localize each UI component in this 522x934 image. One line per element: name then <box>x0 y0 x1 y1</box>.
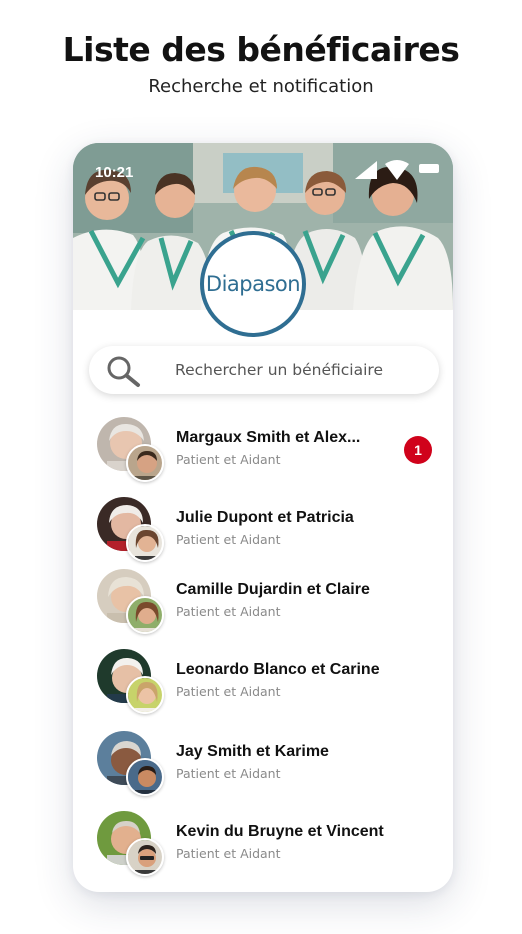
beneficiary-name: Kevin du Bruyne et Vincent <box>176 823 384 840</box>
list-item[interactable]: Jay Smith et Karime Patient et Aidant <box>73 725 453 797</box>
beneficiary-name: Julie Dupont et Patricia <box>176 509 354 526</box>
status-time: 10:21 <box>95 164 134 181</box>
list-item[interactable]: Leonardo Blanco et Carine Patient et Aid… <box>73 643 453 715</box>
page-title: Liste des bénéficaires <box>62 30 460 69</box>
caregiver-avatar <box>126 596 164 634</box>
beneficiary-name: Margaux Smith et Alex... <box>176 429 361 446</box>
beneficiary-role: Patient et Aidant <box>176 766 281 781</box>
signal-icon <box>355 161 377 179</box>
beneficiary-role: Patient et Aidant <box>176 532 281 547</box>
beneficiary-role: Patient et Aidant <box>176 684 281 699</box>
page-subtitle: Recherche et notification <box>148 76 374 97</box>
beneficiary-name: Jay Smith et Karime <box>176 743 329 760</box>
caregiver-avatar <box>126 758 164 796</box>
diapason-logo: Diapason <box>200 231 306 337</box>
caregiver-avatar <box>126 676 164 714</box>
beneficiary-role: Patient et Aidant <box>176 452 281 467</box>
beneficiary-name: Leonardo Blanco et Carine <box>176 661 380 678</box>
caregiver-avatar <box>126 524 164 562</box>
notification-badge[interactable]: 1 <box>404 436 432 464</box>
list-item[interactable]: Julie Dupont et Patricia Patient et Aida… <box>73 491 453 563</box>
list-item[interactable]: Margaux Smith et Alex... Patient et Aida… <box>73 411 453 483</box>
beneficiary-role: Patient et Aidant <box>176 604 281 619</box>
list-item[interactable]: Kevin du Bruyne et Vincent Patient et Ai… <box>73 805 453 877</box>
beneficiary-name: Camille Dujardin et Claire <box>176 581 370 598</box>
search-bar[interactable]: Rechercher un bénéficiaire <box>89 346 439 394</box>
beneficiary-role: Patient et Aidant <box>176 846 281 861</box>
phone-frame: 10:21 Diapason Rechercher un bénéficiair… <box>73 143 453 892</box>
search-input[interactable]: Rechercher un bénéficiaire <box>175 361 383 379</box>
list-item[interactable]: Camille Dujardin et Claire Patient et Ai… <box>73 563 453 635</box>
battery-icon <box>419 164 439 173</box>
caregiver-avatar <box>126 838 164 876</box>
status-icons <box>351 159 443 181</box>
logo-text: Diapason <box>205 272 301 296</box>
search-icon <box>107 356 140 387</box>
caregiver-avatar <box>126 444 164 482</box>
wifi-icon <box>385 160 409 180</box>
